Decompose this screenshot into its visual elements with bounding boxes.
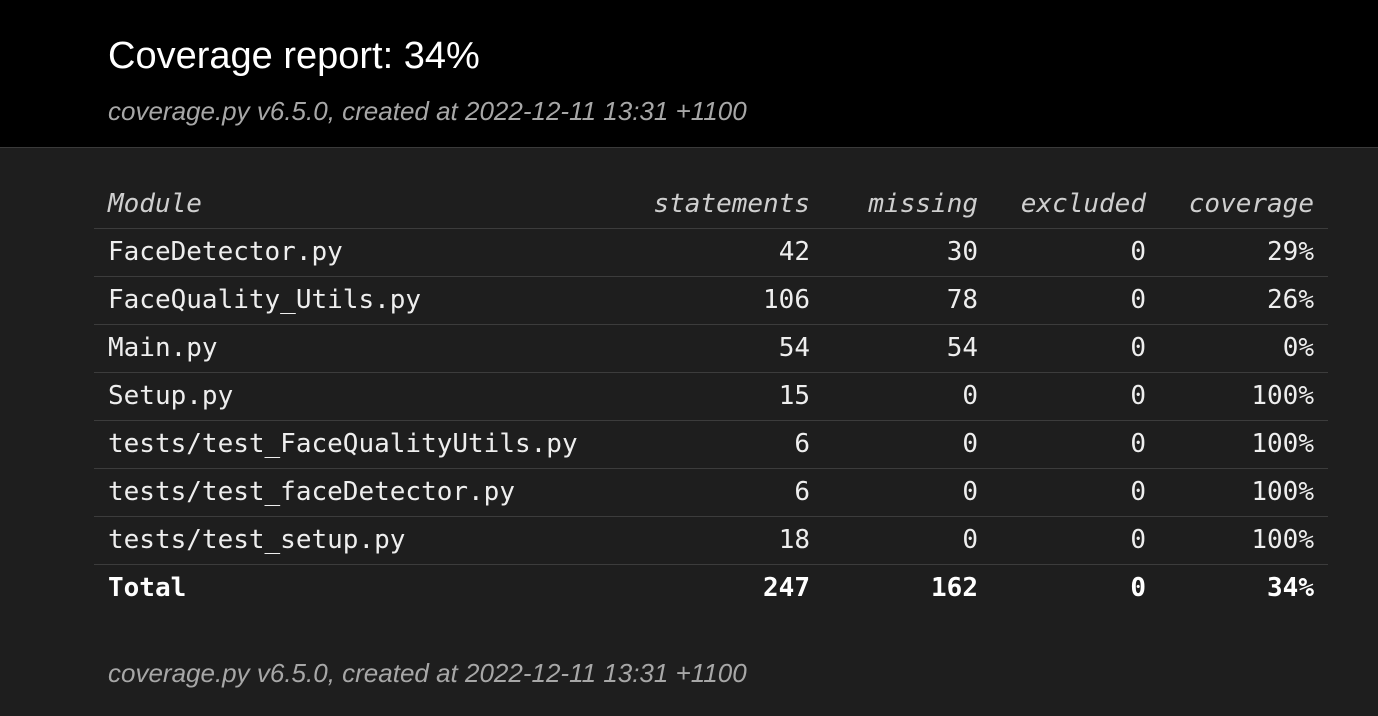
total-statements: 247 bbox=[763, 573, 810, 604]
column-header-coverage[interactable]: coverage bbox=[1160, 180, 1328, 229]
excluded-cell: 0 bbox=[992, 420, 1160, 469]
table-row: Main.py 54 54 0 0% bbox=[94, 324, 1328, 373]
missing-cell: 0 bbox=[824, 468, 992, 517]
module-link[interactable]: tests/test_setup.py bbox=[94, 516, 627, 565]
module-link[interactable]: tests/test_faceDetector.py bbox=[94, 468, 627, 517]
table-row: FaceDetector.py 42 30 0 29% bbox=[94, 228, 1328, 277]
module-link[interactable]: FaceQuality_Utils.py bbox=[94, 276, 627, 325]
column-header-module[interactable]: Module bbox=[94, 180, 627, 229]
missing-cell: 30 bbox=[824, 228, 992, 277]
excluded-cell: 0 bbox=[992, 324, 1160, 373]
excluded-cell: 0 bbox=[992, 276, 1160, 325]
total-row: Total 247 162 0 34% bbox=[94, 564, 1328, 612]
missing-cell: 0 bbox=[824, 516, 992, 565]
module-link[interactable]: Main.py bbox=[94, 324, 627, 373]
coverage-cell: 100% bbox=[1160, 372, 1328, 421]
statements-cell: 106 bbox=[627, 276, 824, 325]
column-header-missing[interactable]: missing bbox=[824, 180, 992, 229]
table-row: tests/test_FaceQualityUtils.py 6 0 0 100… bbox=[94, 420, 1328, 469]
excluded-cell: 0 bbox=[992, 468, 1160, 517]
missing-cell: 0 bbox=[824, 372, 992, 421]
coverage-cell: 26% bbox=[1160, 276, 1328, 325]
excluded-cell: 0 bbox=[992, 516, 1160, 565]
statements-cell: 42 bbox=[627, 228, 824, 277]
statements-cell: 54 bbox=[627, 324, 824, 373]
coverage-cell: 100% bbox=[1160, 516, 1328, 565]
report-header: Coverage report: 34% coverage.py v6.5.0,… bbox=[0, 0, 1378, 148]
header-meta-text: coverage.py v6.5.0, created at 2022-12-1… bbox=[108, 96, 747, 126]
statements-cell: 6 bbox=[627, 468, 824, 517]
excluded-cell: 0 bbox=[992, 228, 1160, 277]
statements-cell: 18 bbox=[627, 516, 824, 565]
coverage-cell: 100% bbox=[1160, 420, 1328, 469]
missing-cell: 54 bbox=[824, 324, 992, 373]
table-row: tests/test_faceDetector.py 6 0 0 100% bbox=[94, 468, 1328, 517]
column-header-statements[interactable]: statements bbox=[627, 180, 824, 229]
missing-cell: 0 bbox=[824, 420, 992, 469]
coverage-cell: 29% bbox=[1160, 228, 1328, 277]
table-row: FaceQuality_Utils.py 106 78 0 26% bbox=[94, 276, 1328, 325]
missing-cell: 78 bbox=[824, 276, 992, 325]
footer-meta-text: coverage.py v6.5.0, created at 2022-12-1… bbox=[108, 658, 747, 688]
table-row: tests/test_setup.py 18 0 0 100% bbox=[94, 516, 1328, 565]
module-link[interactable]: FaceDetector.py bbox=[94, 228, 627, 277]
coverage-cell: 100% bbox=[1160, 468, 1328, 517]
total-excluded: 0 bbox=[1130, 573, 1146, 604]
coverage-cell: 0% bbox=[1160, 324, 1328, 373]
module-link[interactable]: tests/test_FaceQualityUtils.py bbox=[94, 420, 627, 469]
excluded-cell: 0 bbox=[992, 372, 1160, 421]
column-header-excluded[interactable]: excluded bbox=[992, 180, 1160, 229]
statements-cell: 15 bbox=[627, 372, 824, 421]
table-header-row: Module statements missing excluded cover… bbox=[94, 180, 1328, 229]
total-coverage: 34% bbox=[1267, 573, 1314, 604]
page-title: Coverage report: 34% bbox=[108, 35, 480, 77]
total-label: Total bbox=[108, 573, 187, 604]
total-missing: 162 bbox=[931, 573, 978, 604]
module-link[interactable]: Setup.py bbox=[94, 372, 627, 421]
statements-cell: 6 bbox=[627, 420, 824, 469]
table-row: Setup.py 15 0 0 100% bbox=[94, 372, 1328, 421]
coverage-table: Module statements missing excluded cover… bbox=[94, 180, 1328, 612]
